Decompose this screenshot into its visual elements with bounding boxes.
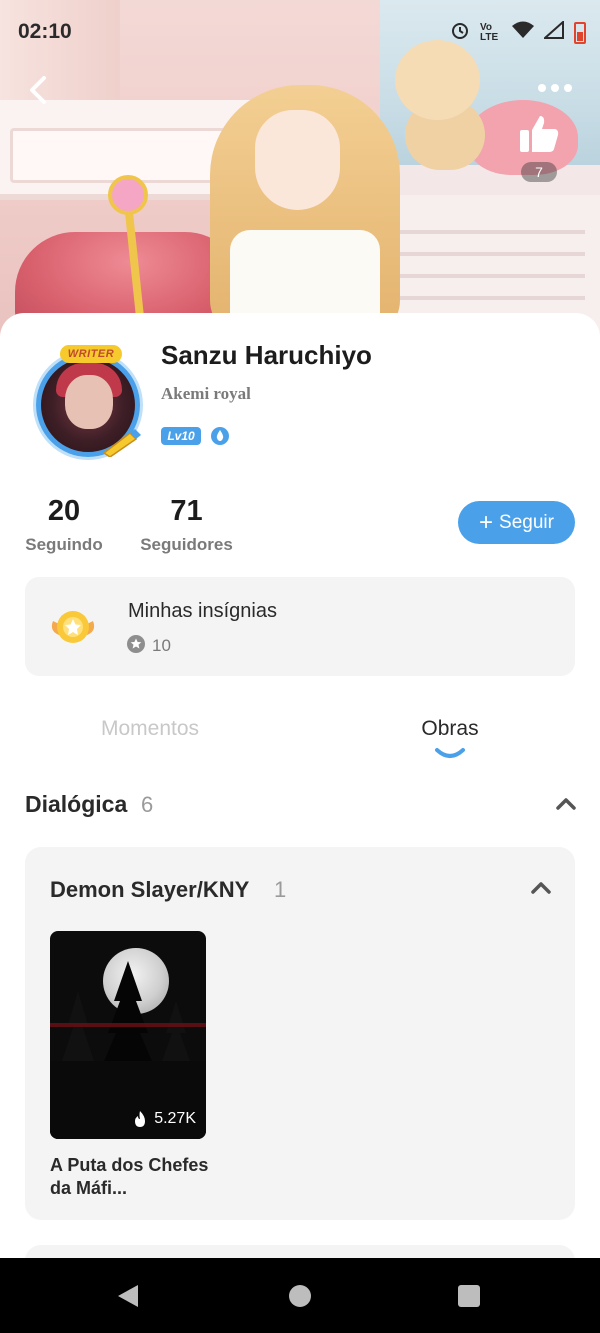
- more-options-button[interactable]: [538, 76, 578, 100]
- work-cover[interactable]: 5.27K: [50, 931, 206, 1139]
- status-bar: 02:10 Vo LTE: [0, 0, 600, 62]
- nav-recents-icon[interactable]: [458, 1285, 480, 1307]
- nav-home-icon[interactable]: [289, 1285, 311, 1307]
- section-title: Dialógica: [25, 791, 128, 817]
- level-badge: Lv10: [161, 427, 201, 445]
- group-title: Demon Slayer/KNY: [50, 877, 250, 902]
- back-button[interactable]: [20, 70, 60, 110]
- status-time: 02:10: [18, 20, 72, 43]
- active-tab-indicator: [435, 748, 465, 758]
- like-button[interactable]: [514, 110, 564, 160]
- tab-moments[interactable]: Momentos: [70, 717, 230, 741]
- following-label[interactable]: Seguindo: [20, 535, 108, 555]
- avatar[interactable]: WRITER: [28, 345, 148, 465]
- star-circle-icon: [127, 635, 145, 653]
- banner-cabinet-slat: [395, 296, 585, 300]
- banner-cabinet-slat: [395, 274, 585, 278]
- banner-wand-heart: [108, 175, 148, 215]
- like-count: 7: [521, 162, 557, 182]
- tab-works[interactable]: Obras: [370, 717, 530, 741]
- badges-count: 10: [152, 636, 171, 655]
- more-dot: [551, 84, 559, 92]
- flame-icon: [135, 1111, 146, 1127]
- writer-badge: WRITER: [60, 345, 122, 363]
- badges-title: Minhas insígnias: [128, 600, 277, 622]
- follow-button[interactable]: + Seguir: [458, 501, 575, 544]
- work-views: 5.27K: [132, 1110, 196, 1128]
- work-views-count: 5.27K: [154, 1110, 196, 1127]
- banner-character-face: [255, 110, 340, 210]
- plus-icon: +: [479, 508, 494, 536]
- thumbs-up-icon: [520, 116, 559, 152]
- system-nav-bar: [0, 1258, 600, 1333]
- signal-icon: [542, 19, 564, 44]
- badges-card[interactable]: Minhas insígnias 10: [25, 577, 575, 676]
- banner-cabinet-slat: [395, 230, 585, 234]
- section-count: 6: [141, 792, 154, 817]
- status-icons: Vo LTE: [450, 19, 586, 45]
- alarm-icon: [450, 20, 470, 45]
- medal-icon: [51, 611, 95, 643]
- profile-name: Sanzu Haruchiyo: [161, 340, 372, 370]
- follow-label: Seguir: [499, 511, 554, 533]
- followers-label[interactable]: Seguidores: [135, 535, 238, 555]
- water-drop-badge-icon: [211, 427, 229, 445]
- following-count[interactable]: 20: [25, 495, 103, 528]
- banner-window-sill: [370, 165, 600, 195]
- chevron-left-icon: [30, 76, 46, 104]
- more-dot: [538, 84, 546, 92]
- banner-cabinet-slat: [395, 252, 585, 256]
- pen-icon: [102, 429, 141, 457]
- followers-count[interactable]: 71: [140, 495, 233, 528]
- group-count: 1: [274, 877, 287, 902]
- work-title[interactable]: A Puta dos Chefes da Máfi...: [50, 1154, 220, 1200]
- more-dot: [564, 84, 572, 92]
- chevron-up-icon[interactable]: [530, 881, 552, 895]
- volte-icon: Vo LTE: [480, 21, 499, 43]
- wifi-icon: [512, 21, 534, 44]
- chevron-up-icon[interactable]: [555, 797, 577, 811]
- battery-icon: [574, 21, 586, 44]
- profile-subtitle: Akemi royal: [161, 384, 251, 403]
- group-card: Demon Slayer/KNY 1 5.27K A Puta dos Chef…: [25, 847, 575, 1220]
- nav-back-icon[interactable]: [116, 1283, 142, 1309]
- avatar-face: [65, 375, 113, 429]
